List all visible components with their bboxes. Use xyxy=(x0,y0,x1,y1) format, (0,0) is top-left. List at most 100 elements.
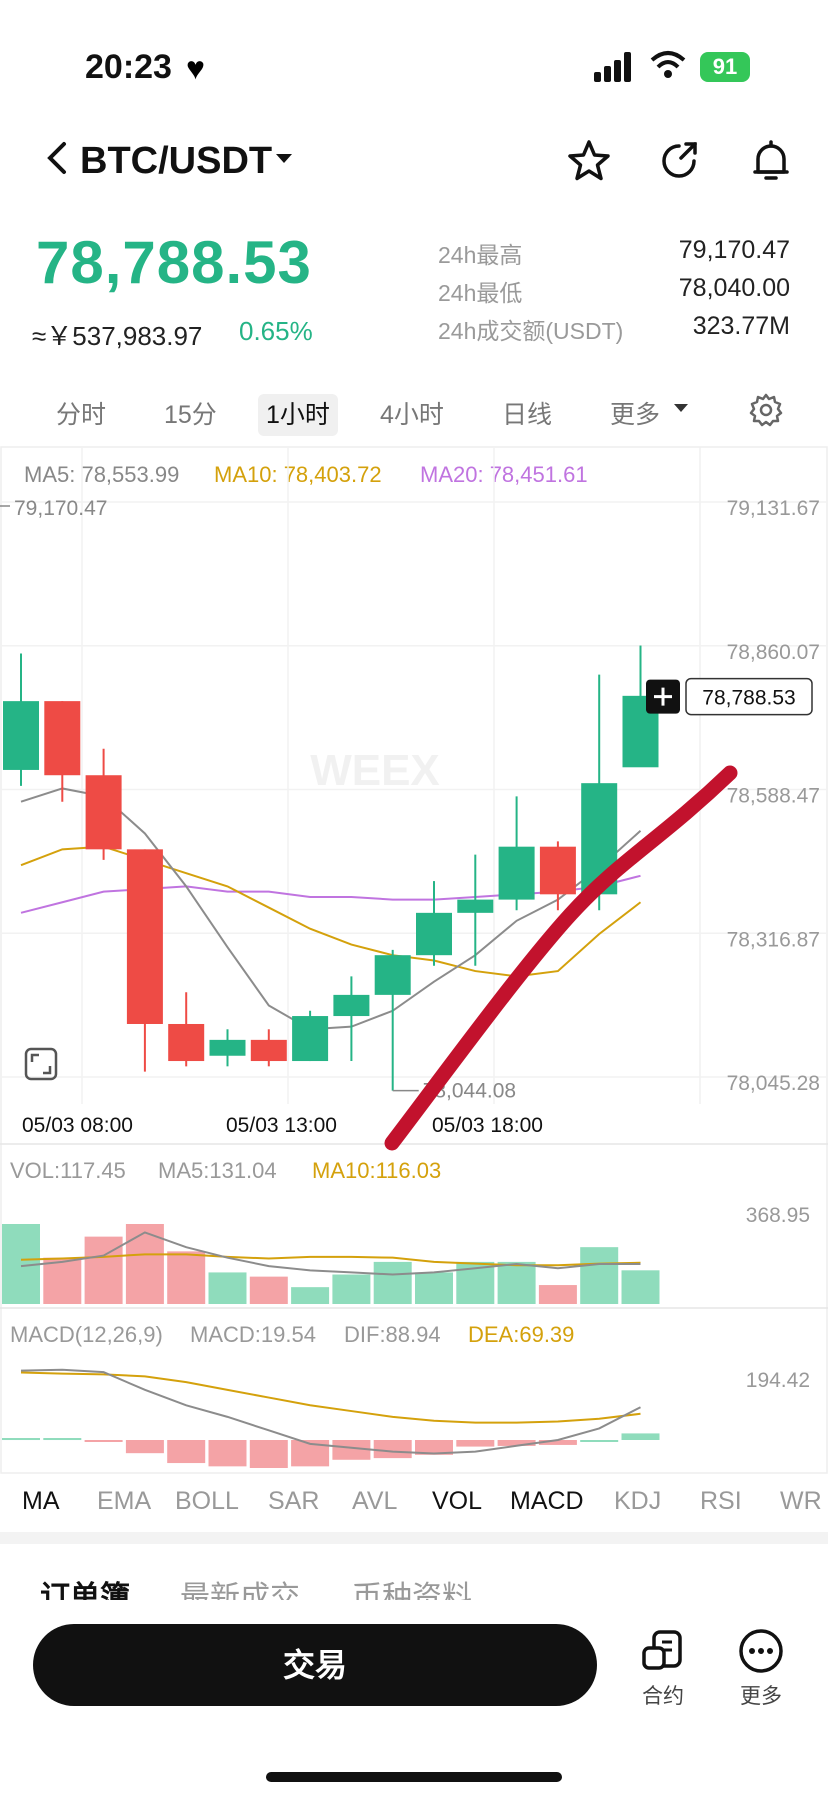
volume-bar xyxy=(249,1276,288,1304)
ind-tab-boll[interactable]: BOLL xyxy=(175,1487,239,1516)
vol-y-tick: 368.95 xyxy=(746,1204,810,1227)
star-icon[interactable] xyxy=(566,138,612,184)
y-tick-label: 78,860.07 xyxy=(727,641,820,664)
tab-latest-trades[interactable]: 最新成交 xyxy=(180,1572,300,1600)
candle-down xyxy=(44,701,81,776)
high-price-label: 79,170.47 xyxy=(14,497,107,520)
volume-bar xyxy=(291,1287,330,1304)
candle-up xyxy=(457,899,494,913)
tab-timeshare[interactable]: 分时 xyxy=(56,394,106,436)
heart-icon: ♥ xyxy=(186,50,205,86)
volume-bar xyxy=(125,1224,164,1304)
candle-down xyxy=(126,849,163,1024)
contract-icon[interactable] xyxy=(640,1628,686,1674)
ind-tab-wr[interactable]: WR xyxy=(780,1487,822,1516)
volume-bar xyxy=(497,1261,536,1304)
x-tick-label: 05/03 08:00 xyxy=(22,1114,133,1137)
candle-down xyxy=(539,846,576,895)
volume-bar xyxy=(373,1261,412,1304)
bell-icon[interactable] xyxy=(748,138,794,184)
macd-dif-label: DIF:88.94 xyxy=(344,1322,441,1347)
macd-hist-bar xyxy=(2,1438,40,1441)
x-tick-label: 05/03 13:00 xyxy=(226,1114,337,1137)
macd-hist-bar xyxy=(167,1440,206,1464)
macd-hist-bar xyxy=(249,1440,288,1468)
hand-drawn-arrow-annotation xyxy=(384,765,738,1151)
ind-tab-avl[interactable]: AVL xyxy=(352,1487,397,1516)
vol-label: VOL:117.45 xyxy=(10,1158,126,1183)
vol-ma10-label: MA10:116.03 xyxy=(312,1158,442,1183)
stat-turnover-value: 323.77M xyxy=(692,312,790,340)
candle-up xyxy=(374,955,411,995)
settings-gear-icon[interactable] xyxy=(748,392,784,428)
battery-indicator: 91 xyxy=(700,52,750,82)
ind-tab-vol[interactable]: VOL xyxy=(432,1487,482,1516)
ind-tab-sar[interactable]: SAR xyxy=(268,1487,319,1516)
tab-4h[interactable]: 4小时 xyxy=(380,394,444,436)
stat-high-label: 24h最高 xyxy=(438,242,523,268)
stat-turnover-label: 24h成交额(USDT) xyxy=(438,318,624,344)
more-label[interactable]: 更多 xyxy=(740,1680,782,1710)
volume-bar xyxy=(43,1257,82,1304)
macd-hist-bar xyxy=(373,1440,412,1459)
stat-low-value: 78,040.00 xyxy=(678,274,790,302)
contract-label[interactable]: 合约 xyxy=(642,1680,684,1710)
ind-tab-ema[interactable]: EMA xyxy=(97,1487,151,1516)
y-tick-label: 79,131.67 xyxy=(727,497,820,520)
caret-down-icon[interactable] xyxy=(276,154,292,163)
volume-bar xyxy=(167,1251,206,1304)
volume-bar xyxy=(415,1272,453,1304)
macd-hist-bar xyxy=(580,1440,619,1442)
current-price-tag-text: 78,788.53 xyxy=(702,687,795,710)
volume-bar xyxy=(84,1236,123,1304)
status-time: 20:23 xyxy=(85,48,172,86)
candle-up xyxy=(333,994,370,1017)
macd-value-label: MACD:19.54 xyxy=(190,1322,316,1347)
cellular-signal-icon xyxy=(594,52,631,82)
tab-15m[interactable]: 15分 xyxy=(164,394,217,436)
candle-down xyxy=(168,1023,205,1062)
tab-1h[interactable]: 1小时 xyxy=(258,394,338,436)
vol-ma5-label: MA5:131.04 xyxy=(158,1158,277,1183)
candle-up xyxy=(209,1039,246,1056)
volume-bar xyxy=(538,1285,577,1304)
candle-up xyxy=(3,701,39,770)
stat-high-value: 79,170.47 xyxy=(678,236,790,264)
more-dots-icon[interactable] xyxy=(738,1628,784,1674)
trading-pair-title[interactable]: BTC/USDT xyxy=(80,140,272,183)
ind-tab-rsi[interactable]: RSI xyxy=(700,1487,742,1516)
chart-frame xyxy=(0,446,828,1474)
price-cny: ≈￥537,983.97 xyxy=(32,321,203,351)
macd-dea-label: DEA:69.39 xyxy=(468,1322,575,1347)
macd-params-label: MACD(12,26,9) xyxy=(10,1322,163,1347)
macd-y-tick: 194.42 xyxy=(746,1369,810,1392)
ind-tab-kdj[interactable]: KDJ xyxy=(614,1487,661,1516)
candle-down xyxy=(85,775,122,850)
volume-bar xyxy=(621,1270,660,1304)
tab-more[interactable]: 更多 xyxy=(610,394,660,436)
tab-coin-info[interactable]: 币种资料 xyxy=(352,1572,472,1600)
ind-tab-macd[interactable]: MACD xyxy=(510,1487,584,1516)
back-arrow-icon[interactable] xyxy=(44,140,70,176)
tab-daily[interactable]: 日线 xyxy=(502,394,552,436)
last-price: 78,788.53 xyxy=(36,229,312,296)
volume-bar xyxy=(208,1272,247,1304)
home-indicator xyxy=(266,1772,562,1782)
section-divider xyxy=(0,1532,828,1544)
stat-low-label: 24h最低 xyxy=(438,280,523,306)
expand-icon[interactable] xyxy=(24,1047,58,1081)
y-tick-label: 78,045.28 xyxy=(727,1072,820,1095)
share-icon[interactable] xyxy=(656,138,702,184)
ind-tab-ma[interactable]: MA xyxy=(22,1487,60,1516)
wifi-icon xyxy=(650,51,686,78)
trade-button[interactable]: 交易 xyxy=(33,1624,597,1706)
y-tick-label: 78,588.47 xyxy=(727,785,820,808)
volume-bar xyxy=(332,1274,371,1304)
caret-down-icon[interactable] xyxy=(674,404,688,412)
volume-bar xyxy=(580,1247,619,1304)
candle-up xyxy=(416,912,452,956)
candle-up xyxy=(292,1016,329,1062)
macd-hist-bar xyxy=(208,1440,247,1467)
candle-up xyxy=(498,846,535,900)
tab-order-book[interactable]: 订单簿 xyxy=(40,1572,130,1600)
